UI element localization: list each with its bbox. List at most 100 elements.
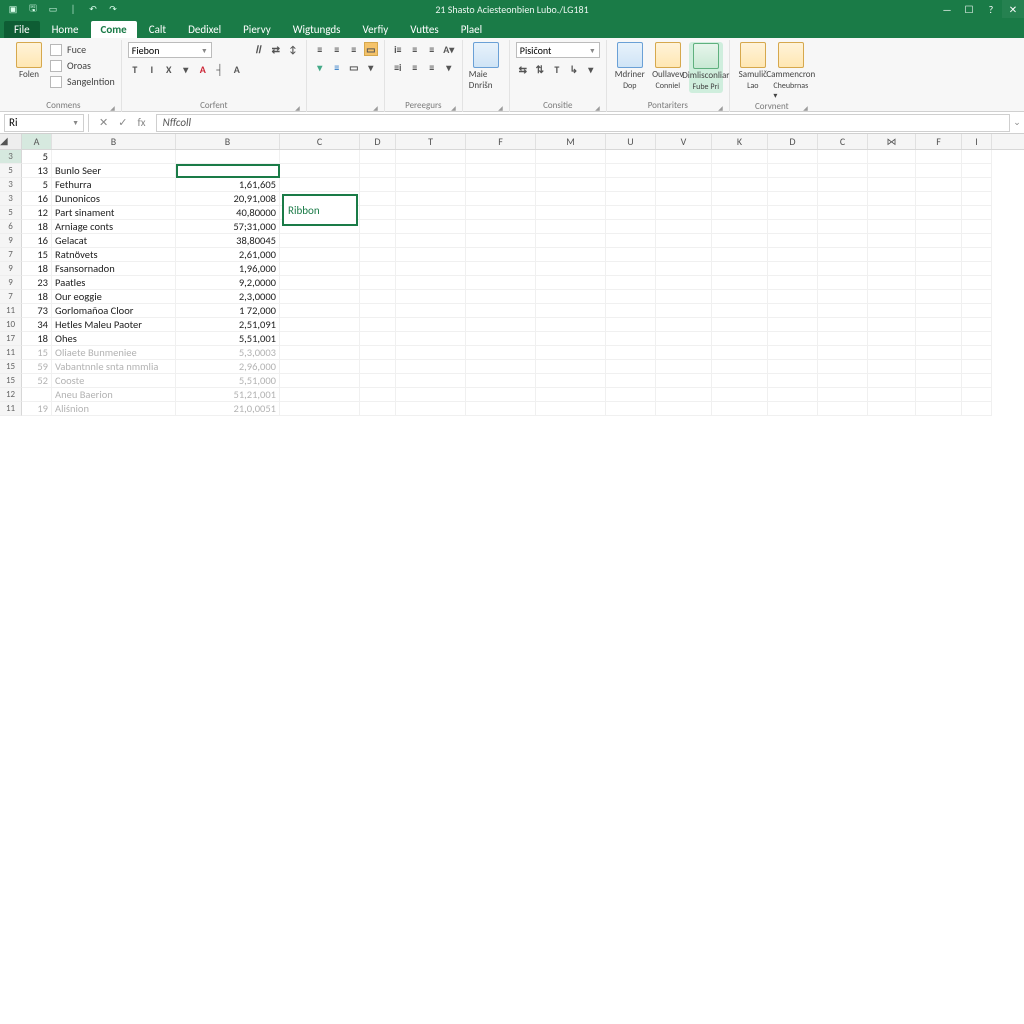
- cell[interactable]: [962, 220, 992, 234]
- cell[interactable]: [818, 248, 868, 262]
- ribbon-big-button[interactable]: SamuličLao: [736, 42, 770, 91]
- cell[interactable]: [818, 220, 868, 234]
- table-row[interactable]: 1559Vabantnnle snta nmmlia2,96,000: [0, 360, 1024, 374]
- border-button[interactable]: ┤: [213, 62, 227, 76]
- cell[interactable]: [606, 164, 656, 178]
- cell[interactable]: [396, 164, 466, 178]
- table-row[interactable]: 35Fethurra1,61,605: [0, 178, 1024, 192]
- cell[interactable]: [656, 360, 712, 374]
- cell[interactable]: [768, 360, 818, 374]
- cell[interactable]: [396, 346, 466, 360]
- cell[interactable]: Vabantnnle snta nmmlia: [52, 360, 176, 374]
- cell[interactable]: [962, 234, 992, 248]
- cell[interactable]: [962, 248, 992, 262]
- cell[interactable]: 18: [22, 220, 52, 234]
- cell[interactable]: [606, 346, 656, 360]
- tab-calt[interactable]: Calt: [139, 21, 176, 38]
- cell[interactable]: [606, 374, 656, 388]
- cell[interactable]: [768, 374, 818, 388]
- cell[interactable]: Dunonicos: [52, 192, 176, 206]
- cell[interactable]: [868, 178, 916, 192]
- cell[interactable]: [818, 318, 868, 332]
- row-header[interactable]: 11: [0, 304, 22, 318]
- cell[interactable]: [768, 248, 818, 262]
- cell[interactable]: Paatles: [52, 276, 176, 290]
- cell[interactable]: [712, 192, 768, 206]
- cell[interactable]: [360, 234, 396, 248]
- cell[interactable]: [962, 388, 992, 402]
- col-header[interactable]: F: [466, 134, 536, 149]
- cell[interactable]: [868, 304, 916, 318]
- cell[interactable]: [868, 150, 916, 164]
- row-header[interactable]: 15: [0, 360, 22, 374]
- clear-format-button[interactable]: ↕: [286, 42, 300, 56]
- cell[interactable]: [536, 402, 606, 416]
- cell[interactable]: [962, 304, 992, 318]
- grow-font-button[interactable]: 𝐼𝐼: [252, 42, 266, 56]
- cell[interactable]: [712, 332, 768, 346]
- cell[interactable]: 15: [22, 346, 52, 360]
- cell[interactable]: [712, 248, 768, 262]
- cell[interactable]: 13: [22, 164, 52, 178]
- cell[interactable]: [818, 178, 868, 192]
- cell[interactable]: [536, 234, 606, 248]
- cell[interactable]: [360, 318, 396, 332]
- nf5-button[interactable]: ▾: [584, 62, 598, 76]
- cell[interactable]: [466, 388, 536, 402]
- cell[interactable]: [466, 234, 536, 248]
- cell[interactable]: [868, 220, 916, 234]
- row-header[interactable]: 7: [0, 248, 22, 262]
- strike-button[interactable]: X: [162, 62, 176, 76]
- cell[interactable]: 2,3,0000: [176, 290, 280, 304]
- cell[interactable]: [396, 248, 466, 262]
- cell[interactable]: [712, 318, 768, 332]
- cell[interactable]: [916, 290, 962, 304]
- cell[interactable]: [396, 178, 466, 192]
- table-row[interactable]: 12Aneu Baerion51,21,001: [0, 388, 1024, 402]
- cell[interactable]: [396, 360, 466, 374]
- ribbon-big-button[interactable]: CammencronCheubrnas ▾: [774, 42, 808, 101]
- orient-button[interactable]: A▾: [442, 42, 456, 56]
- table-row[interactable]: 316Dunonicos20,91,008: [0, 192, 1024, 206]
- tab-verfiy[interactable]: Verfiy: [352, 21, 398, 38]
- cell[interactable]: [818, 262, 868, 276]
- cell[interactable]: [656, 332, 712, 346]
- cell[interactable]: 51,21,001: [176, 388, 280, 402]
- col-header[interactable]: M: [536, 134, 606, 149]
- cell[interactable]: [962, 192, 992, 206]
- cell[interactable]: [606, 150, 656, 164]
- cell[interactable]: [656, 276, 712, 290]
- cell[interactable]: [280, 248, 360, 262]
- cell[interactable]: [360, 304, 396, 318]
- cell[interactable]: [606, 318, 656, 332]
- cell[interactable]: [818, 164, 868, 178]
- cell[interactable]: [656, 206, 712, 220]
- cell[interactable]: [818, 304, 868, 318]
- cell[interactable]: [916, 234, 962, 248]
- cell[interactable]: [868, 318, 916, 332]
- table-row[interactable]: 512Part sinament40,80000: [0, 206, 1024, 220]
- table-row[interactable]: 718Our eoggie2,3,0000: [0, 290, 1024, 304]
- table-row[interactable]: 513Bunlo Seer: [0, 164, 1024, 178]
- row-header[interactable]: 15: [0, 374, 22, 388]
- cancel-icon[interactable]: ✕: [99, 116, 108, 129]
- cell[interactable]: [712, 150, 768, 164]
- table-row[interactable]: 916Gelacat38,80045: [0, 234, 1024, 248]
- cell[interactable]: [712, 388, 768, 402]
- cell[interactable]: [536, 164, 606, 178]
- cell[interactable]: [466, 150, 536, 164]
- pd-button[interactable]: ▾: [442, 60, 456, 74]
- row-header[interactable]: 9: [0, 262, 22, 276]
- cell[interactable]: 16: [22, 192, 52, 206]
- cell[interactable]: [396, 318, 466, 332]
- cell[interactable]: [712, 164, 768, 178]
- cell[interactable]: [536, 388, 606, 402]
- cell[interactable]: 5,51,001: [176, 332, 280, 346]
- cell[interactable]: [360, 388, 396, 402]
- cell[interactable]: [868, 234, 916, 248]
- cell[interactable]: [606, 262, 656, 276]
- tab-file[interactable]: File: [4, 21, 40, 38]
- cell[interactable]: [536, 150, 606, 164]
- cell[interactable]: [466, 248, 536, 262]
- cell[interactable]: [916, 276, 962, 290]
